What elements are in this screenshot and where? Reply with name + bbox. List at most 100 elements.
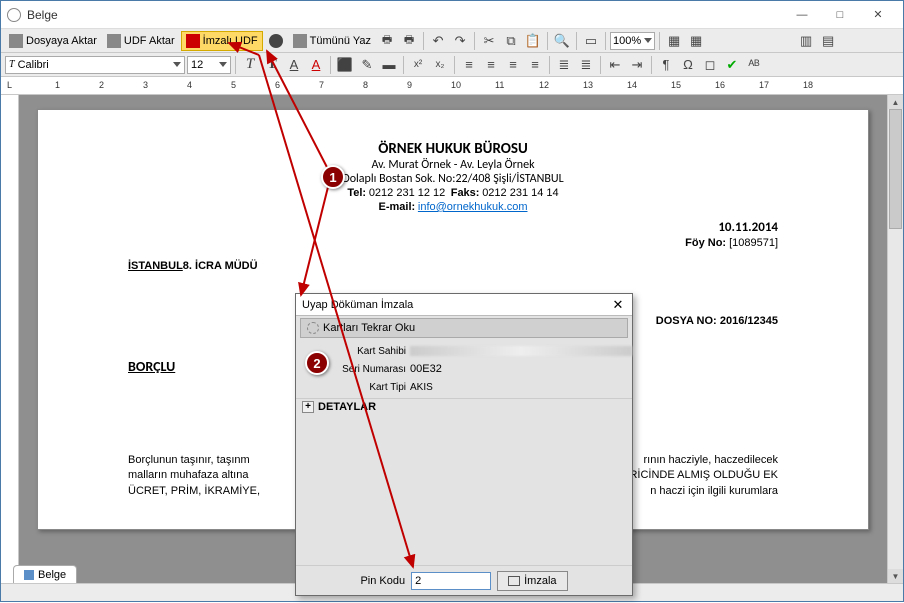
envelope-icon bbox=[508, 576, 520, 586]
tel-label: Tel: bbox=[347, 187, 366, 199]
minimize-button[interactable]: — bbox=[783, 4, 821, 26]
serial-value: 00E32 bbox=[410, 363, 632, 375]
vertical-scrollbar[interactable]: ▲ ▼ bbox=[887, 95, 903, 583]
tool-a-button[interactable] bbox=[708, 31, 728, 51]
subscript-button[interactable]: x₂ bbox=[430, 55, 450, 75]
tool-g-button[interactable] bbox=[840, 31, 860, 51]
indent-less-button[interactable]: ⇤ bbox=[605, 55, 625, 75]
print-icon: 🖶 bbox=[382, 31, 392, 50]
udf-aktar-button[interactable]: UDF Aktar bbox=[103, 31, 179, 51]
maximize-button[interactable]: □ bbox=[821, 4, 859, 26]
tumunu-yaz-label: Tümünü Yaz bbox=[310, 35, 371, 47]
fill-button[interactable]: ▬ bbox=[379, 55, 399, 75]
dosyaya-aktar-label: Dosyaya Aktar bbox=[26, 35, 97, 47]
preview-icon: 🖶 bbox=[404, 31, 414, 50]
underline-button[interactable]: A bbox=[284, 55, 304, 75]
horizontal-ruler: L 123456789101112131415161718 bbox=[1, 77, 903, 95]
print-preview-button[interactable]: 🖶 bbox=[399, 31, 419, 51]
print-button[interactable]: 🖶 bbox=[377, 31, 397, 51]
body-r1: rının hacziyle, haczedilecek bbox=[643, 453, 778, 468]
dropdown-icon bbox=[644, 38, 652, 43]
ruler-tick: 7 bbox=[319, 80, 324, 90]
bullet-list-button[interactable]: ≣ bbox=[554, 55, 574, 75]
refresh-icon bbox=[269, 34, 283, 48]
separator bbox=[474, 32, 475, 50]
ruler-tick: 8 bbox=[363, 80, 368, 90]
shape-button[interactable]: ◻ bbox=[700, 55, 720, 75]
font-color-button[interactable]: A bbox=[306, 55, 326, 75]
scroll-down-arrow[interactable]: ▼ bbox=[888, 569, 903, 583]
align-right-button[interactable]: ≡ bbox=[503, 55, 523, 75]
pin-input[interactable] bbox=[411, 572, 491, 590]
sign-label: İmzala bbox=[524, 575, 556, 587]
format-toolbar: TCalibri 12 T T A A ⬛ ✎ ▬ x² x₂ ≡ ≡ ≡ ≡ … bbox=[1, 53, 903, 77]
scroll-up-arrow[interactable]: ▲ bbox=[888, 95, 903, 109]
sign-button[interactable]: İmzala bbox=[497, 571, 567, 591]
imzali-udf-button[interactable]: İmzalı UDF bbox=[181, 31, 263, 51]
indent-more-button[interactable]: ⇥ bbox=[627, 55, 647, 75]
callout-1: 1 bbox=[321, 165, 345, 189]
tool-f-button[interactable]: ▤ bbox=[818, 31, 838, 51]
sign-dialog: Uyap Döküman İmzala ✕ Kartları Tekrar Ok… bbox=[295, 293, 633, 596]
separator bbox=[547, 32, 548, 50]
body-r2: RİCİNDE ALMIŞ OLDUĞU EK bbox=[629, 468, 778, 483]
ruler-tick: 11 bbox=[495, 80, 504, 90]
pin-label: Pin Kodu bbox=[360, 575, 405, 587]
table-button[interactable]: ▦ bbox=[664, 31, 684, 51]
ruler-tick: 12 bbox=[539, 80, 549, 90]
cut-button[interactable]: ✂ bbox=[479, 31, 499, 51]
highlight-button[interactable]: ⬛ bbox=[335, 55, 355, 75]
check-button[interactable]: ✔ bbox=[722, 55, 742, 75]
tool-b-button[interactable] bbox=[730, 31, 750, 51]
grid-button[interactable]: ▦ bbox=[686, 31, 706, 51]
dialog-footer: Pin Kodu İmzala bbox=[296, 565, 632, 595]
reload-button[interactable] bbox=[265, 31, 287, 51]
address-line: Dolaplı Bostan Sok. No:22/408 Şişli/İSTA… bbox=[128, 172, 778, 186]
font-size-value: 12 bbox=[191, 59, 203, 71]
tool-e-button[interactable]: ▥ bbox=[796, 31, 816, 51]
justify-button[interactable]: ≡ bbox=[525, 55, 545, 75]
email-link[interactable]: info@ornekhukuk.com bbox=[418, 201, 528, 213]
export-icon bbox=[107, 34, 121, 48]
body-l1: Borçlunun taşınır, taşınm bbox=[128, 453, 250, 468]
font-name-select[interactable]: TCalibri bbox=[5, 56, 185, 74]
tool-c-button[interactable] bbox=[752, 31, 772, 51]
ruler-tick: 3 bbox=[143, 80, 148, 90]
tool-d-button[interactable] bbox=[774, 31, 794, 51]
bold-button[interactable]: T bbox=[262, 55, 282, 75]
marker-button[interactable]: ✎ bbox=[357, 55, 377, 75]
dosyaya-aktar-button[interactable]: Dosyaya Aktar bbox=[5, 31, 101, 51]
superscript-button[interactable]: x² bbox=[408, 55, 428, 75]
undo-button[interactable]: ↶ bbox=[428, 31, 448, 51]
paste-button[interactable]: 📋 bbox=[523, 31, 543, 51]
main-toolbar: Dosyaya Aktar UDF Aktar İmzalı UDF Tümün… bbox=[1, 29, 903, 53]
type-label: Kart Tipi bbox=[296, 382, 410, 393]
ruler-tick: 14 bbox=[627, 80, 637, 90]
copy-button[interactable]: ⧉ bbox=[501, 31, 521, 51]
body-l3: ÜCRET, PRİM, İKRAMİYE, bbox=[128, 484, 260, 499]
details-label: DETAYLAR bbox=[318, 401, 376, 413]
zoom-select[interactable]: 100% bbox=[610, 32, 655, 50]
dialog-close-button[interactable]: ✕ bbox=[610, 297, 626, 313]
symbol-button[interactable]: Ω bbox=[678, 55, 698, 75]
spell-button[interactable]: ᴬᴮ bbox=[744, 55, 764, 75]
separator bbox=[605, 32, 606, 50]
align-center-button[interactable]: ≡ bbox=[481, 55, 501, 75]
redo-button[interactable]: ↷ bbox=[450, 31, 470, 51]
reread-cards-button[interactable]: Kartları Tekrar Oku bbox=[300, 318, 628, 338]
document-tab[interactable]: Belge bbox=[13, 565, 77, 583]
window-title: Belge bbox=[27, 8, 783, 22]
pilcrow-button[interactable]: ¶ bbox=[656, 55, 676, 75]
font-size-select[interactable]: 12 bbox=[187, 56, 231, 74]
italic-button[interactable]: T bbox=[240, 55, 260, 75]
details-toggle[interactable]: + DETAYLAR bbox=[296, 398, 632, 415]
dialog-title: Uyap Döküman İmzala bbox=[302, 299, 610, 311]
number-list-button[interactable]: ≣ bbox=[576, 55, 596, 75]
fax-label: Faks: bbox=[451, 187, 480, 199]
scroll-thumb[interactable] bbox=[889, 109, 902, 229]
tumunu-yaz-button[interactable]: Tümünü Yaz bbox=[289, 31, 375, 51]
close-button[interactable]: ✕ bbox=[859, 4, 897, 26]
align-left-button[interactable]: ≡ bbox=[459, 55, 479, 75]
find-button[interactable]: 🔍 bbox=[552, 31, 572, 51]
image-button[interactable]: ▭ bbox=[581, 31, 601, 51]
